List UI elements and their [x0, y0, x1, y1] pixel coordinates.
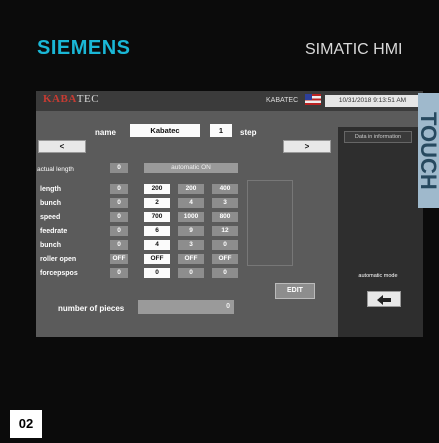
row-label: length [40, 186, 61, 193]
row-label: bunch [40, 242, 61, 249]
automatic-on-button[interactable]: automatic ON [144, 163, 238, 173]
cell-value: 0 [212, 268, 238, 278]
datetime-display: 10/31/2018 9:13:51 AM [325, 95, 420, 107]
actual-length-value: 0 [110, 163, 128, 173]
cell-toggle[interactable]: OFF [144, 254, 170, 264]
cell-value: 0 [212, 240, 238, 250]
cell-value: OFF [212, 254, 238, 264]
cell-value: 200 [178, 184, 204, 194]
us-flag-icon[interactable] [305, 94, 321, 105]
station-name: KABATEC [266, 97, 299, 104]
previous-step-button[interactable]: < [38, 140, 86, 153]
cell-value: 0 [110, 226, 128, 236]
logo-part-b: TEC [76, 93, 100, 105]
cell-value: 1000 [178, 212, 204, 222]
kabatec-logo: KABATEC [43, 93, 99, 105]
actual-length-label: actual length [37, 166, 74, 173]
touch-side-label: TOUCH [418, 93, 439, 208]
edit-button[interactable]: EDIT [275, 283, 315, 299]
cell-value: 800 [212, 212, 238, 222]
cell-value: 0 [110, 198, 128, 208]
cell-value: 0 [110, 268, 128, 278]
cell-value: OFF [178, 254, 204, 264]
data-info-button[interactable]: Data in information [344, 131, 412, 143]
cell-value: 0 [178, 268, 204, 278]
row-label: bunch [40, 200, 61, 207]
product-title: SIMATIC HMI [305, 41, 403, 58]
brand-logo: SIEMENS [37, 37, 131, 59]
cell-value: 3 [212, 198, 238, 208]
cell-value: 3 [178, 240, 204, 250]
cell-input[interactable]: 2 [144, 198, 170, 208]
cell-input[interactable]: 0 [144, 268, 170, 278]
page-number: 02 [10, 410, 42, 438]
row-label: forcepspos [40, 270, 78, 277]
recipe-name-input[interactable]: Kabatec [130, 124, 200, 137]
preview-box [247, 180, 293, 266]
pieces-value: 0 [138, 300, 234, 314]
step-input[interactable]: 1 [210, 124, 232, 137]
cell-value: 12 [212, 226, 238, 236]
cell-value: 0 [110, 240, 128, 250]
cell-value: 9 [178, 226, 204, 236]
row-label: roller open [40, 256, 77, 263]
logo-part-a: KABA [43, 93, 77, 105]
automatic-mode-label: automatic mode [358, 273, 398, 279]
pieces-label: number of pieces [58, 304, 125, 313]
row-label: speed [40, 214, 61, 221]
cell-value: OFF [110, 254, 128, 264]
cell-input[interactable]: 700 [144, 212, 170, 222]
back-button[interactable] [367, 291, 401, 307]
cell-input[interactable]: 200 [144, 184, 170, 194]
cell-value: 4 [178, 198, 204, 208]
name-label: name [95, 128, 116, 137]
cell-value: 400 [212, 184, 238, 194]
cell-value: 0 [110, 184, 128, 194]
cell-value: 0 [110, 212, 128, 222]
step-label: step [240, 128, 257, 137]
cell-input[interactable]: 4 [144, 240, 170, 250]
row-label: feedrate [40, 228, 68, 235]
back-arrow-icon [377, 295, 391, 305]
next-step-button[interactable]: > [283, 140, 331, 153]
cell-input[interactable]: 6 [144, 226, 170, 236]
